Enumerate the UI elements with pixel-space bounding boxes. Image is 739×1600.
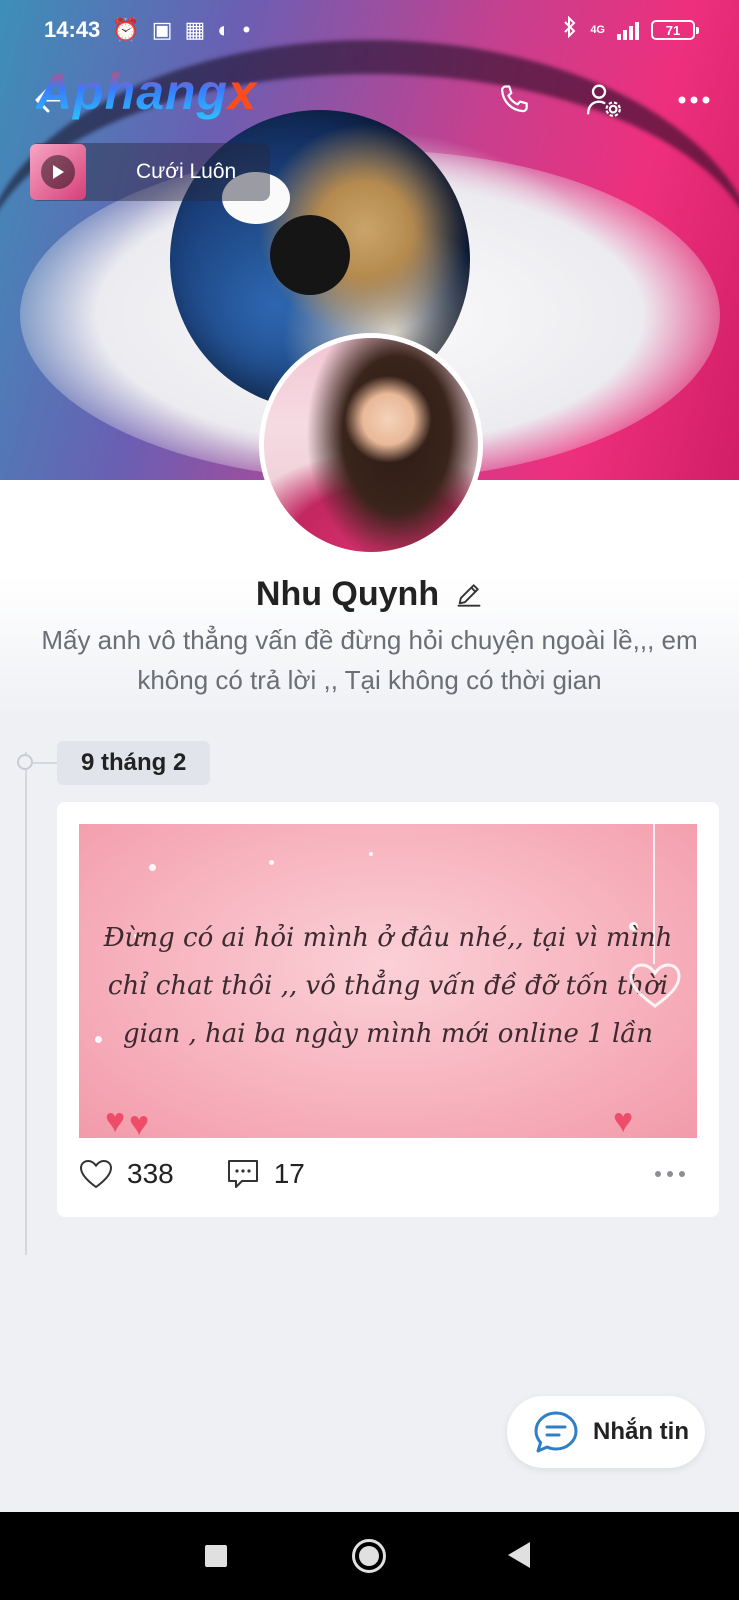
post-actions: 338 17	[79, 1150, 697, 1198]
avatar[interactable]	[259, 333, 483, 557]
profile-music[interactable]: Cưới Luôn	[30, 143, 270, 201]
battery-level: 71	[665, 22, 681, 38]
signal-icon	[617, 20, 639, 40]
grid-app-icon: ▦	[184, 17, 206, 42]
system-back-button[interactable]	[508, 1542, 530, 1568]
more-options-button[interactable]	[672, 78, 716, 122]
app-notification-icon: ▣	[151, 17, 173, 42]
timeline-date: 9 tháng 2	[57, 741, 211, 785]
bluetooth-icon	[562, 15, 578, 44]
heart-deco: ♥	[613, 1102, 634, 1138]
edit-pencil-icon[interactable]	[455, 580, 483, 608]
like-button[interactable]: 338	[79, 1158, 174, 1190]
bokeh-dot	[369, 852, 373, 856]
more-icon	[678, 96, 710, 104]
status-bar: 14:43 ⏰ ▣ ▦ ◐ • 4G 71	[0, 0, 739, 60]
comment-button[interactable]: 17	[226, 1158, 305, 1190]
post-card[interactable]: Đừng có ai hỏi mình ở đâu nhé,, tại vì m…	[57, 802, 719, 1217]
network-type: 4G	[590, 24, 605, 36]
timeline-connector	[33, 762, 57, 764]
call-button[interactable]	[492, 78, 536, 122]
post-text: Đừng có ai hỏi mình ở đâu nhé,, tại vì m…	[103, 923, 673, 1049]
more-dot	[667, 1171, 673, 1177]
post-more-button[interactable]	[655, 1171, 685, 1177]
phone-icon	[501, 85, 528, 113]
battery-icon: 71	[651, 20, 699, 40]
music-title: Cưới Luôn	[136, 160, 237, 183]
post-image[interactable]: Đừng có ai hỏi mình ở đâu nhé,, tại vì m…	[79, 824, 697, 1138]
system-nav-bar	[0, 1512, 739, 1600]
play-icon	[53, 165, 64, 179]
alarm-icon: ⏰	[112, 17, 140, 42]
name-row: Nhu Quynh	[0, 572, 739, 616]
profile-settings-button[interactable]	[582, 78, 626, 122]
user-settings-icon	[587, 84, 621, 117]
watermark-main: Aphang	[36, 64, 229, 120]
timeline-dot	[17, 754, 33, 770]
recents-button[interactable]	[205, 1545, 227, 1567]
chat-bubble-icon	[534, 1411, 578, 1453]
watermark-suffix: x	[228, 64, 257, 120]
like-count: 338	[127, 1158, 174, 1189]
music-thumbnail	[30, 144, 86, 200]
heart-deco: ♥	[105, 1102, 126, 1138]
play-button[interactable]	[41, 155, 75, 189]
more-notifications-dot: •	[242, 17, 251, 42]
more-dot	[655, 1171, 661, 1177]
timeline-line	[25, 752, 27, 1255]
heart-outline-deco	[629, 963, 681, 1008]
profile-bio: Mấy anh vô thẳng vấn đề đừng hỏi chuyện …	[41, 625, 698, 695]
top-nav: Aphangx	[0, 62, 739, 142]
watermark-logo: Aphangx	[36, 62, 257, 122]
more-dot	[679, 1171, 685, 1177]
profile-name: Nhu Quynh	[255, 574, 440, 613]
heart-icon	[79, 1159, 113, 1189]
heart-deco: ♥	[129, 1105, 150, 1138]
bokeh-dot	[269, 860, 274, 865]
planet-icon: ◐	[217, 17, 231, 42]
cover-pupil	[270, 215, 350, 295]
bokeh-dot	[149, 864, 156, 871]
message-button-label: Nhắn tin	[593, 1418, 689, 1445]
message-button[interactable]: Nhắn tin	[507, 1396, 705, 1468]
status-time: 14:43	[44, 17, 101, 42]
comment-count: 17	[273, 1158, 305, 1189]
home-button[interactable]	[352, 1539, 386, 1573]
comment-icon	[227, 1160, 258, 1188]
